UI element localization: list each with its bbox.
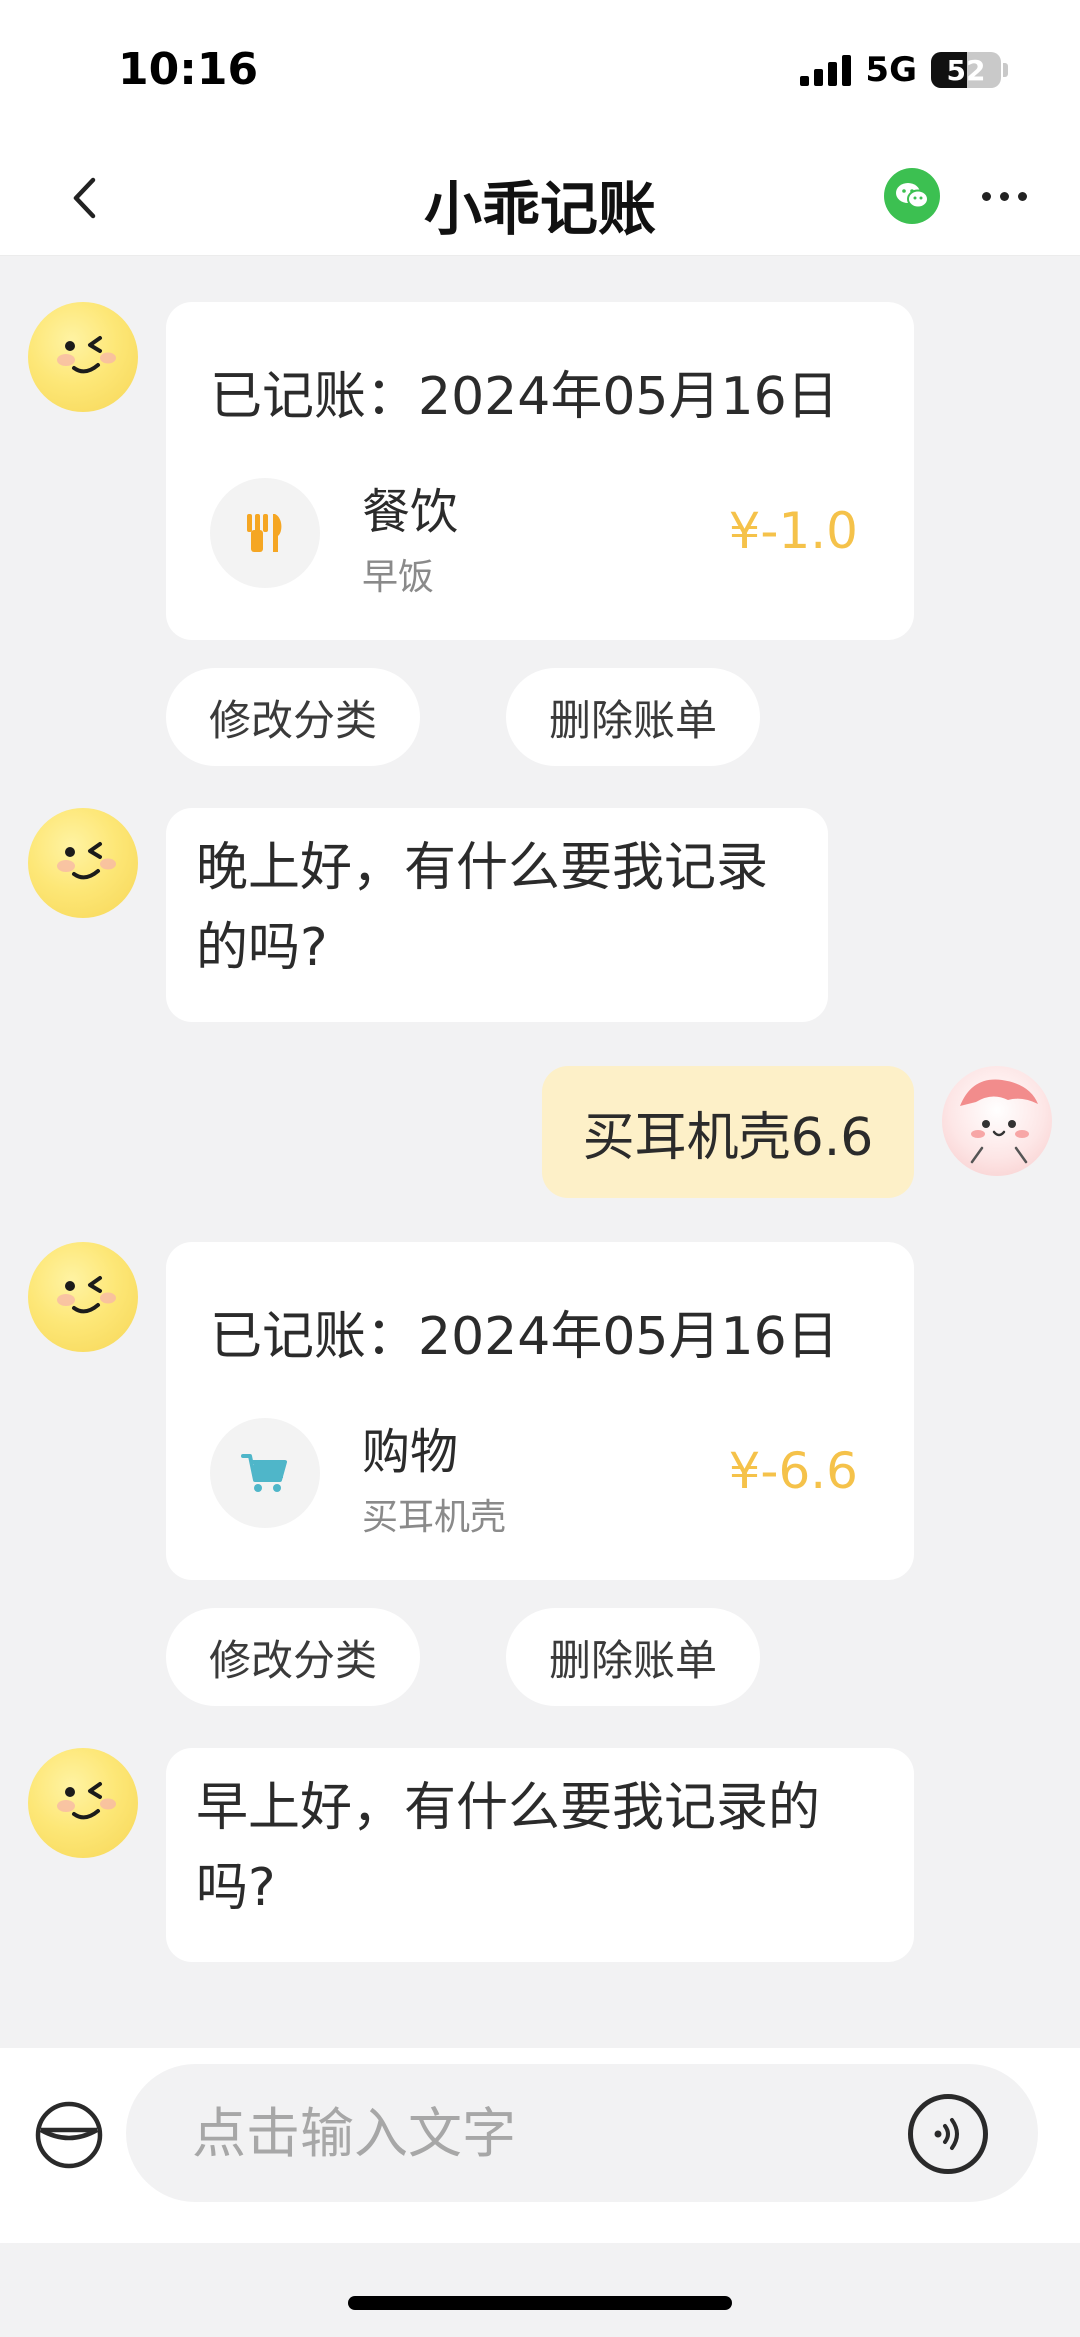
- delete-bill-button[interactable]: 删除账单: [506, 668, 760, 766]
- bot-message: 晚上好，有什么要我记录的吗?: [166, 808, 828, 1022]
- input-bar: [0, 2048, 1080, 2243]
- bill-note: 早饭: [362, 557, 435, 598]
- shopping-cart-icon: [241, 1454, 287, 1492]
- edit-category-button[interactable]: 修改分类: [166, 668, 420, 766]
- text-input-field[interactable]: [126, 2064, 1038, 2202]
- more-dots-icon: [981, 191, 991, 201]
- voice-button[interactable]: [908, 2094, 988, 2174]
- wechat-button[interactable]: [884, 168, 940, 224]
- avatar-image: [960, 1079, 1038, 1164]
- bot-avatar: [28, 808, 138, 918]
- voice-icon: [934, 2118, 959, 2150]
- wink-face-icon: [57, 336, 116, 374]
- bot-avatar: [28, 302, 138, 412]
- status-bar: 10:16 5G 52: [0, 0, 1080, 140]
- wallet-icon: [35, 2101, 103, 2169]
- edit-category-button[interactable]: 修改分类: [166, 1608, 420, 1706]
- bot-avatar: [28, 1748, 138, 1858]
- wink-face-icon: [57, 1276, 116, 1314]
- bill-date: 已记账：2024年05月16日: [210, 367, 839, 427]
- category-name: 餐饮: [362, 484, 459, 540]
- signal-icon: [800, 54, 852, 86]
- delete-bill-button[interactable]: 删除账单: [506, 1608, 760, 1706]
- category-icon: [210, 1418, 320, 1528]
- bot-message: 早上好，有什么要我记录的吗?: [166, 1748, 914, 1962]
- bill-card[interactable]: 已记账：2024年05月16日 餐饮 早饭 ¥-1.0: [166, 302, 914, 640]
- home-indicator: [348, 2296, 732, 2310]
- bot-avatar: [28, 1242, 138, 1352]
- wechat-icon: [896, 183, 929, 209]
- status-time: 10:16: [118, 44, 259, 95]
- more-button[interactable]: [972, 168, 1036, 224]
- bill-amount: ¥-6.6: [728, 1442, 858, 1500]
- category-icon: [210, 478, 320, 588]
- wink-face-icon: [57, 1782, 116, 1820]
- category-name: 购物: [362, 1424, 459, 1480]
- bill-note: 买耳机壳: [362, 1497, 507, 1538]
- bill-date: 已记账：2024年05月16日: [210, 1307, 839, 1367]
- message-input[interactable]: [192, 2064, 892, 2202]
- wallet-button[interactable]: [34, 2100, 104, 2170]
- nav-bar: 小乖记账: [0, 140, 1080, 256]
- wink-face-icon: [57, 842, 116, 880]
- bill-card[interactable]: 已记账：2024年05月16日 购物 买耳机壳 ¥-6.6: [166, 1242, 914, 1580]
- fork-knife-icon: [247, 514, 282, 552]
- user-avatar: [942, 1066, 1052, 1176]
- status-icons: 5G 52: [800, 50, 1008, 90]
- battery-icon: 52: [931, 52, 1001, 88]
- user-message: 买耳机壳6.6: [542, 1066, 914, 1198]
- battery-percent: 52: [946, 54, 986, 87]
- network-type: 5G: [865, 50, 917, 90]
- bill-amount: ¥-1.0: [728, 502, 858, 560]
